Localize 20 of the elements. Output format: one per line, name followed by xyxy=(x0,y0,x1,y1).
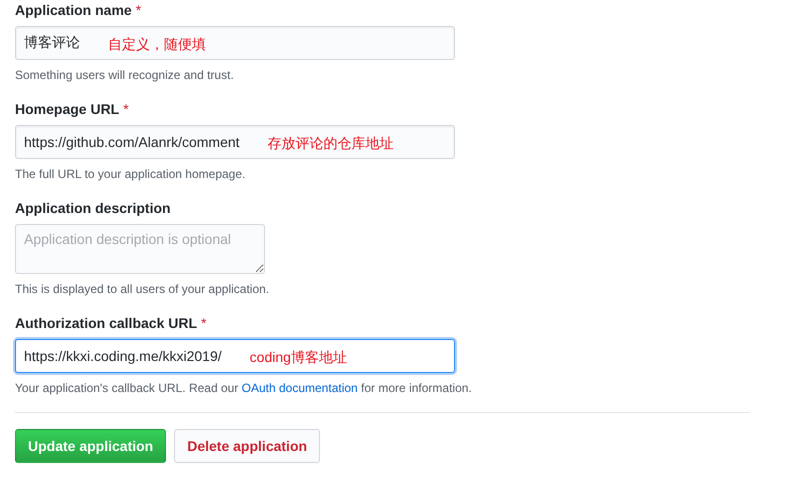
field-label: Homepage URL xyxy=(15,101,120,117)
required-mark: * xyxy=(201,315,206,331)
field-hint: Your application's callback URL. Read our OAuth documentation for more information. xyxy=(15,380,473,397)
annotation-text: coding博客地址 xyxy=(250,348,347,366)
required-mark: * xyxy=(136,2,142,18)
input-field[interactable]: 博客评论 自定义，随便填 xyxy=(15,26,455,60)
field-hint: This is displayed to all users of your application. xyxy=(15,281,270,298)
annotation-text: 存放评论的仓库地址 xyxy=(268,134,394,152)
input-field[interactable]: https://github.com/Alanrk/comment 存放评论的仓库地址 xyxy=(15,125,455,159)
delete-button[interactable]: Delete application xyxy=(174,429,320,463)
field-hint: The full URL to your application homepage. xyxy=(15,166,246,183)
field-label: Application description xyxy=(15,200,171,216)
field-label: Application name xyxy=(15,2,132,18)
field-label: Authorization callback URL xyxy=(15,315,198,331)
input-field[interactable]: https://kkxi.coding.me/kkxi2019/ coding博客地址 xyxy=(15,339,455,373)
documentation-link[interactable]: OAuth documentation xyxy=(242,381,358,395)
field-hint: Something users will recognize and trust. xyxy=(15,67,235,84)
required-mark: * xyxy=(123,101,129,117)
annotation-text: 自定义，随便填 xyxy=(108,36,206,54)
description-textarea[interactable]: Application description is optional xyxy=(15,224,265,274)
